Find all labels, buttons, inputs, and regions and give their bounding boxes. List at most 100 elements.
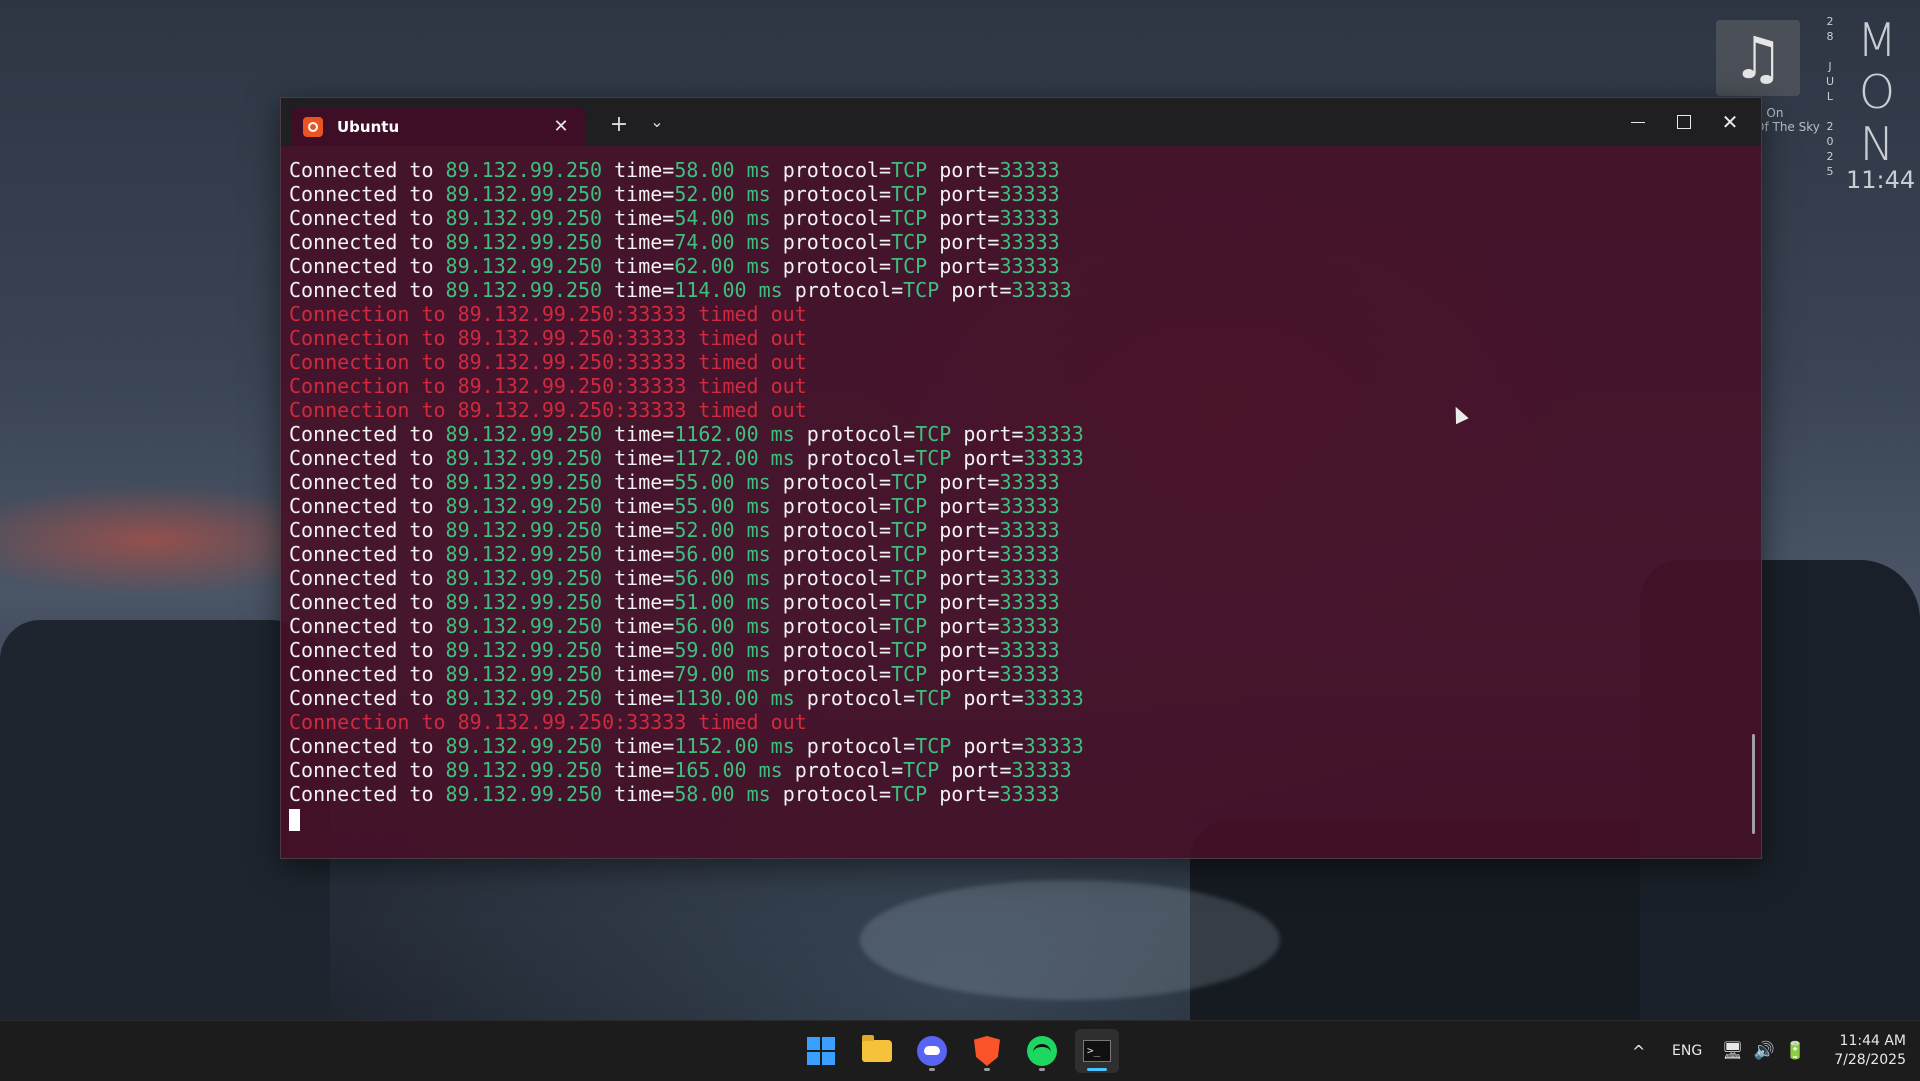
language-indicator[interactable]: ENG bbox=[1672, 1021, 1702, 1081]
minimize-button[interactable] bbox=[1615, 106, 1661, 138]
port-value: 33333 bbox=[1023, 446, 1084, 470]
terminal-prompt-line[interactable] bbox=[289, 806, 1729, 831]
ip-address: 89.132.99.250 bbox=[445, 182, 603, 206]
time-key: time= bbox=[602, 446, 675, 470]
port-value: 33333 bbox=[999, 662, 1060, 686]
network-icon[interactable]: 🖥 bbox=[1722, 1041, 1744, 1061]
port-value: 33333 bbox=[1011, 758, 1072, 782]
terminal-line-timeout: Connection to 89.132.99.250:33333 timed … bbox=[289, 326, 1729, 350]
day-letter: M bbox=[1857, 13, 1897, 67]
terminal-line-connected: Connected to 89.132.99.250 time=56.00 ms… bbox=[289, 542, 1729, 566]
terminal-line-connected: Connected to 89.132.99.250 time=59.00 ms… bbox=[289, 638, 1729, 662]
port-value: 33333 bbox=[999, 518, 1060, 542]
protocol-key: protocol= bbox=[770, 638, 892, 662]
date-char: L bbox=[1826, 90, 1834, 103]
line-prefix: Connected to bbox=[289, 782, 446, 806]
time-key: time= bbox=[602, 590, 675, 614]
protocol-value: TCP bbox=[891, 230, 928, 254]
date-char bbox=[1822, 44, 1838, 59]
time-key: time= bbox=[602, 206, 675, 230]
volume-icon[interactable]: 🔊 bbox=[1754, 1041, 1775, 1061]
close-window-button[interactable]: ✕ bbox=[1707, 106, 1753, 138]
taskbar-time: 11:44 AM bbox=[1839, 1033, 1906, 1049]
discord-button[interactable] bbox=[910, 1029, 954, 1073]
system-tray-icons[interactable]: 🖥 🔊 🔋 bbox=[1722, 1021, 1806, 1081]
port-key: port= bbox=[927, 470, 1000, 494]
time-value: 1162.00 ms bbox=[674, 422, 795, 446]
port-value: 33333 bbox=[999, 782, 1060, 806]
time-value: 54.00 ms bbox=[674, 206, 771, 230]
port-key: port= bbox=[927, 662, 1000, 686]
terminal-line-connected: Connected to 89.132.99.250 time=54.00 ms… bbox=[289, 206, 1729, 230]
protocol-value: TCP bbox=[903, 758, 940, 782]
file-explorer-button[interactable] bbox=[855, 1029, 899, 1073]
timeout-message: Connection to 89.132.99.250:33333 timed … bbox=[289, 302, 807, 326]
time-value: 59.00 ms bbox=[674, 638, 771, 662]
ip-address: 89.132.99.250 bbox=[445, 494, 603, 518]
time-value: 52.00 ms bbox=[674, 182, 771, 206]
terminal-output[interactable]: Connected to 89.132.99.250 time=58.00 ms… bbox=[289, 158, 1729, 848]
brave-button[interactable] bbox=[965, 1029, 1009, 1073]
time-key: time= bbox=[602, 518, 675, 542]
protocol-key: protocol= bbox=[770, 494, 892, 518]
port-key: port= bbox=[927, 590, 1000, 614]
new-tab-button[interactable]: + bbox=[607, 112, 631, 137]
taskbar: >_ ^ ENG 🖥 🔊 🔋 11:44 AM 7/28/2025 bbox=[0, 1020, 1920, 1081]
time-key: time= bbox=[602, 494, 675, 518]
protocol-value: TCP bbox=[915, 446, 952, 470]
tab-title: Ubuntu bbox=[337, 117, 400, 136]
scrollbar[interactable] bbox=[1752, 734, 1755, 834]
protocol-key: protocol= bbox=[794, 686, 916, 710]
protocol-key: protocol= bbox=[770, 206, 892, 230]
song-caption-line2: Of The Sky bbox=[1755, 120, 1820, 134]
profile-dropdown-button[interactable]: ⌄ bbox=[645, 112, 669, 131]
protocol-value: TCP bbox=[891, 182, 928, 206]
text-cursor bbox=[289, 808, 300, 831]
time-key: time= bbox=[602, 182, 675, 206]
port-key: port= bbox=[927, 638, 1000, 662]
port-value: 33333 bbox=[999, 254, 1060, 278]
spotify-button[interactable] bbox=[1020, 1029, 1064, 1073]
protocol-value: TCP bbox=[891, 614, 928, 638]
ip-address: 89.132.99.250 bbox=[445, 566, 603, 590]
date-char bbox=[1822, 104, 1838, 119]
terminal-line-timeout: Connection to 89.132.99.250:33333 timed … bbox=[289, 710, 1729, 734]
song-caption-line1: d On bbox=[1755, 106, 1784, 120]
title-bar[interactable]: Ubuntu ✕ + ⌄ ✕ bbox=[281, 98, 1761, 146]
ip-address: 89.132.99.250 bbox=[445, 542, 603, 566]
show-hidden-icons-button[interactable]: ^ bbox=[1632, 1021, 1645, 1081]
windows-start-icon bbox=[807, 1037, 835, 1065]
time-value: 56.00 ms bbox=[674, 614, 771, 638]
battery-icon[interactable]: 🔋 bbox=[1785, 1041, 1806, 1061]
line-prefix: Connected to bbox=[289, 158, 446, 182]
line-prefix: Connected to bbox=[289, 566, 446, 590]
protocol-key: protocol= bbox=[770, 614, 892, 638]
terminal-button[interactable]: >_ bbox=[1075, 1029, 1119, 1073]
time-value: 51.00 ms bbox=[674, 590, 771, 614]
timeout-message: Connection to 89.132.99.250:33333 timed … bbox=[289, 326, 807, 350]
active-indicator bbox=[1087, 1068, 1107, 1071]
start-button[interactable] bbox=[799, 1029, 843, 1073]
close-tab-button[interactable]: ✕ bbox=[551, 116, 571, 137]
brave-icon bbox=[974, 1036, 1000, 1066]
tab-ubuntu[interactable]: Ubuntu ✕ bbox=[291, 107, 585, 146]
timeout-message: Connection to 89.132.99.250:33333 timed … bbox=[289, 710, 807, 734]
time-key: time= bbox=[602, 686, 675, 710]
time-key: time= bbox=[602, 542, 675, 566]
time-value: 1172.00 ms bbox=[674, 446, 795, 470]
terminal-line-timeout: Connection to 89.132.99.250:33333 timed … bbox=[289, 398, 1729, 422]
taskbar-clock[interactable]: 11:44 AM 7/28/2025 bbox=[1822, 1021, 1906, 1081]
terminal-line-timeout: Connection to 89.132.99.250:33333 timed … bbox=[289, 374, 1729, 398]
protocol-value: TCP bbox=[915, 734, 952, 758]
line-prefix: Connected to bbox=[289, 758, 446, 782]
time-value: 56.00 ms bbox=[674, 566, 771, 590]
taskbar-date: 7/28/2025 bbox=[1834, 1052, 1906, 1068]
port-key: port= bbox=[927, 230, 1000, 254]
maximize-button[interactable] bbox=[1661, 106, 1707, 138]
port-key: port= bbox=[927, 518, 1000, 542]
terminal-line-connected: Connected to 89.132.99.250 time=56.00 ms… bbox=[289, 614, 1729, 638]
music-widget[interactable]: ♫ bbox=[1716, 20, 1800, 96]
protocol-value: TCP bbox=[891, 590, 928, 614]
protocol-value: TCP bbox=[903, 278, 940, 302]
port-key: port= bbox=[927, 782, 1000, 806]
